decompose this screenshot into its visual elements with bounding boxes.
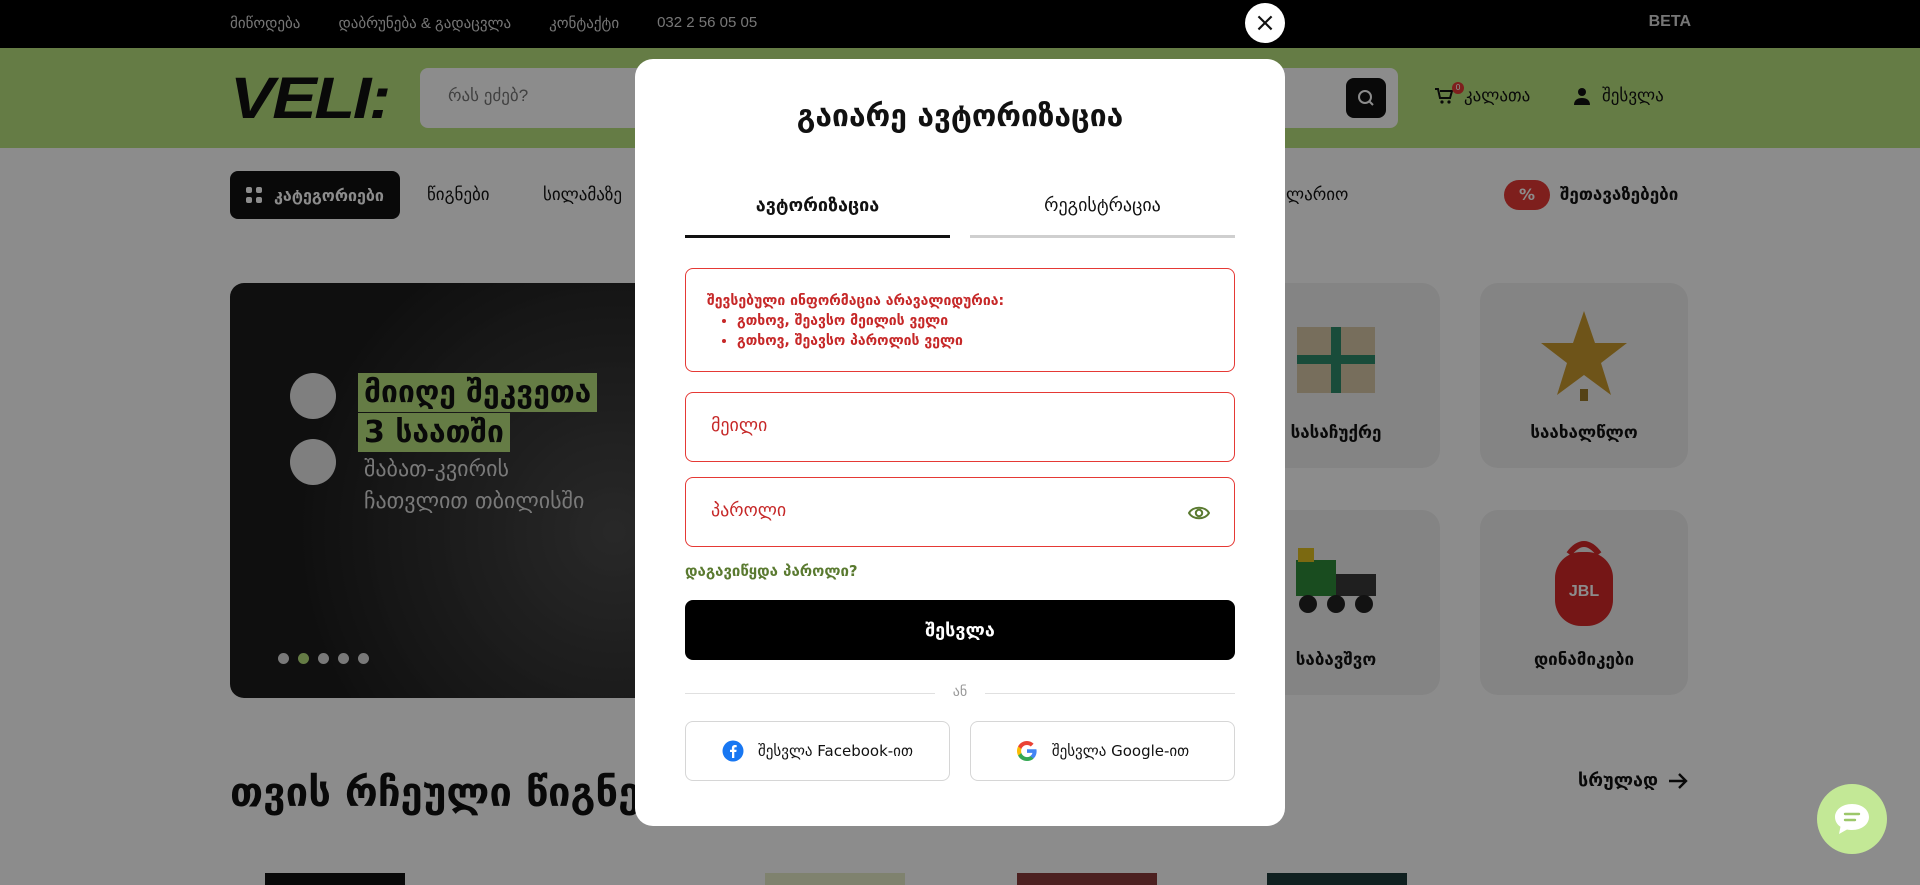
or-divider: ან — [685, 683, 1235, 703]
google-login-button[interactable]: შესვლა Google-ით — [970, 721, 1235, 781]
email-field-wrapper — [685, 392, 1235, 462]
tab-register[interactable]: რეგისტრაცია — [970, 195, 1235, 238]
google-login-label: შესვლა Google-ით — [1051, 742, 1190, 760]
email-field[interactable] — [711, 415, 1151, 436]
submit-login-button[interactable]: შესვლა — [685, 600, 1235, 660]
password-field[interactable] — [711, 500, 1151, 521]
chat-bubble-icon — [1835, 804, 1869, 834]
forgot-password-link[interactable]: დაგავიწყდა პაროლი? — [685, 562, 858, 580]
or-label: ან — [952, 684, 968, 700]
modal-title: გაიარე ავტორიზაცია — [796, 99, 1124, 134]
password-field-wrapper — [685, 477, 1235, 547]
chat-widget-button[interactable] — [1817, 784, 1887, 854]
facebook-login-label: შესვლა Facebook-ით — [758, 742, 913, 760]
error-message-box: შევსებული ინფორმაცია არავალიდურია: გთხოვ… — [685, 268, 1235, 372]
error-item: გთხოვ, შეავსო მეილის ველი — [737, 311, 1213, 331]
close-icon: × — [1254, 8, 1276, 38]
login-modal: გაიარე ავტორიზაცია ავტორიზაცია რეგისტრაც… — [635, 59, 1285, 826]
tab-login[interactable]: ავტორიზაცია — [685, 195, 950, 238]
error-heading: შევსებული ინფორმაცია არავალიდურია: — [707, 293, 1005, 309]
facebook-login-button[interactable]: შესვლა Facebook-ით — [685, 721, 950, 781]
close-modal-button[interactable]: × — [1245, 3, 1285, 43]
facebook-icon — [722, 740, 744, 762]
google-icon — [1016, 741, 1037, 761]
error-list: გთხოვ, შეავსო მეილის ველი გთხოვ, შეავსო … — [737, 311, 1213, 351]
error-item: გთხოვ, შეავსო პაროლის ველი — [737, 331, 1213, 351]
eye-icon[interactable] — [1188, 502, 1210, 524]
